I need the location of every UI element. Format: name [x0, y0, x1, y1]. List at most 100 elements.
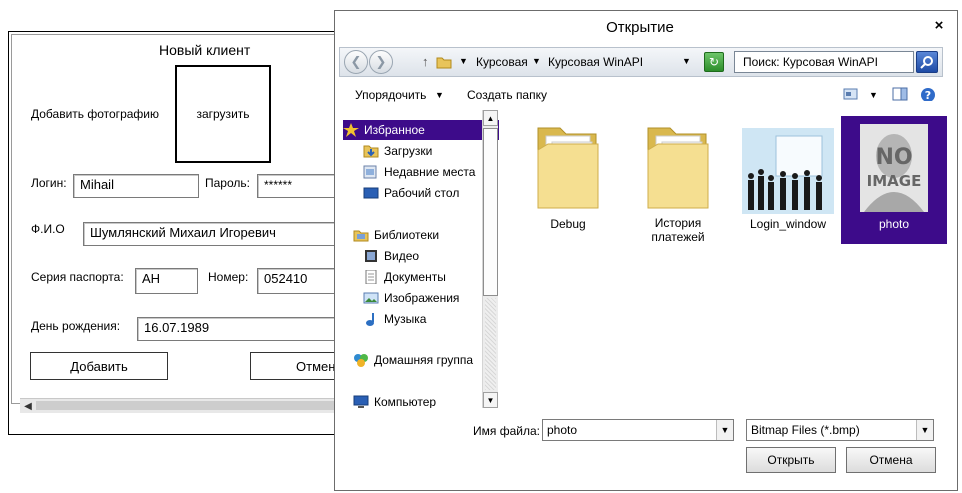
- file-item-photo[interactable]: NO IMAGE photo: [841, 116, 947, 244]
- login-label: Логин:: [31, 176, 67, 190]
- password-input[interactable]: ******: [257, 174, 339, 198]
- scrollbar-thumb[interactable]: [483, 128, 498, 296]
- thumb-text-no: NO: [875, 145, 912, 170]
- file-item-debug[interactable]: Debug: [515, 116, 621, 244]
- search-input[interactable]: Поиск: Курсовая WinAPI: [734, 51, 914, 73]
- form-title: Новый клиент: [159, 42, 251, 58]
- nav-item-label: Недавние места: [384, 165, 476, 179]
- nav-item-favorites[interactable]: Избранное: [343, 120, 499, 140]
- nav-item-label: Библиотеки: [374, 228, 440, 242]
- open-file-dialog: Открытие × ❮ ❯ ↑ ▼ Курсовая ▼ Курсовая W…: [334, 10, 958, 491]
- nav-item-label: Рабочий стол: [384, 186, 460, 200]
- fio-label: Ф.И.О: [31, 222, 65, 236]
- nav-item-label: Загрузки: [384, 144, 433, 158]
- filename-label: Имя файла:: [473, 424, 540, 438]
- preview-pane-icon[interactable]: [892, 87, 908, 101]
- navigation-pane: Избранное Загрузки Недавние места Рабочи…: [343, 110, 499, 408]
- scroll-up-icon[interactable]: ▲: [483, 110, 498, 126]
- nav-item-label: Компьютер: [374, 395, 437, 408]
- password-label: Пароль:: [205, 176, 250, 190]
- passport-series-label: Серия паспорта:: [31, 270, 124, 284]
- file-item-payment-history[interactable]: История платежей: [625, 116, 731, 244]
- file-type-select[interactable]: Bitmap Files (*.bmp) ▼: [746, 419, 934, 441]
- view-icon[interactable]: [843, 87, 859, 101]
- chevron-down-icon[interactable]: ▼: [869, 90, 878, 100]
- nav-item-label: Видео: [384, 249, 420, 263]
- form-horizontal-scrollbar[interactable]: ◀: [20, 398, 338, 413]
- chevron-down-icon[interactable]: ▼: [916, 420, 933, 440]
- file-name: История платежей: [651, 216, 705, 244]
- new-folder-button[interactable]: Создать папку: [467, 88, 547, 102]
- desktop-icon: [363, 187, 379, 199]
- computer-icon: [353, 395, 369, 408]
- scroll-down-icon[interactable]: ▼: [483, 392, 498, 408]
- up-arrow-icon[interactable]: ↑: [422, 54, 429, 69]
- open-button[interactable]: Открыть: [746, 447, 836, 473]
- nav-item-libraries[interactable]: Библиотеки: [353, 225, 499, 245]
- folder-icon: [436, 57, 452, 69]
- nav-item-images[interactable]: Изображения: [363, 288, 499, 308]
- dialog-cancel-button[interactable]: Отмена: [846, 447, 936, 473]
- navigation-scrollbar[interactable]: ▲ ▼: [482, 110, 498, 408]
- nav-item-label: Домашняя группа: [374, 353, 474, 367]
- file-name: Debug: [550, 217, 586, 231]
- help-icon[interactable]: ?: [920, 87, 936, 101]
- video-icon: [365, 250, 377, 262]
- breadcrumb-item[interactable]: Курсовая: [476, 55, 528, 69]
- breadcrumb-item[interactable]: Курсовая WinAPI: [548, 55, 643, 69]
- passport-number-input[interactable]: 052410: [257, 268, 339, 294]
- scrollbar-track[interactable]: [485, 298, 496, 390]
- refresh-icon[interactable]: ↻: [704, 52, 724, 72]
- upload-photo-button[interactable]: загрузить: [175, 65, 271, 163]
- nav-item-label: Изображения: [384, 291, 460, 305]
- organize-menu[interactable]: Упорядочить: [355, 88, 426, 102]
- nav-item-label: Музыка: [384, 312, 427, 326]
- filename-input[interactable]: photo ▼: [542, 419, 734, 441]
- star-icon: [343, 123, 359, 137]
- file-type-value: Bitmap Files (*.bmp): [751, 423, 860, 437]
- nav-item-computer[interactable]: Компьютер: [353, 392, 499, 408]
- chevron-down-icon[interactable]: ▼: [682, 56, 691, 66]
- forward-arrow-icon[interactable]: ❯: [369, 50, 393, 74]
- nav-item-label: Документы: [384, 270, 446, 284]
- nav-item-recent-places[interactable]: Недавние места: [363, 162, 499, 182]
- passport-series-input[interactable]: АН: [135, 268, 198, 294]
- no-image-thumbnail-icon: NO IMAGE: [860, 124, 928, 212]
- folder-icon: [647, 127, 709, 209]
- login-input[interactable]: Mihail: [73, 174, 199, 198]
- fio-input[interactable]: Шумлянский Михаил Игоревич: [83, 222, 339, 246]
- svg-text:?: ?: [925, 89, 931, 101]
- close-icon[interactable]: ×: [929, 15, 949, 35]
- nav-item-desktop[interactable]: Рабочий стол: [363, 183, 499, 203]
- file-item-login-window[interactable]: Login_window: [735, 116, 841, 244]
- thumb-text-image: IMAGE: [867, 172, 922, 190]
- chevron-left-icon[interactable]: ◀: [22, 399, 34, 413]
- scrollbar-track[interactable]: [36, 401, 338, 410]
- downloads-folder-icon: [363, 145, 379, 158]
- folder-icon: [537, 127, 599, 209]
- photo-label: Добавить фотографию: [31, 107, 159, 121]
- music-icon: [366, 313, 374, 326]
- nav-item-video[interactable]: Видео: [363, 246, 499, 266]
- nav-item-label: Избранное: [364, 123, 425, 137]
- homegroup-icon: [354, 354, 368, 367]
- passport-number-label: Номер:: [208, 270, 249, 284]
- recent-places-icon: [363, 165, 377, 179]
- birthday-label: День рождения:: [31, 319, 121, 333]
- dialog-title: Открытие: [606, 19, 674, 36]
- search-icon[interactable]: [916, 51, 938, 73]
- add-button[interactable]: Добавить: [30, 352, 168, 380]
- filename-value: photo: [547, 423, 578, 437]
- nav-item-music[interactable]: Музыка: [363, 309, 499, 329]
- chevron-right-icon[interactable]: ▼: [459, 56, 468, 66]
- images-icon: [363, 292, 379, 304]
- back-arrow-icon[interactable]: ❮: [344, 50, 368, 74]
- chevron-down-icon[interactable]: ▼: [716, 420, 733, 440]
- nav-item-homegroup[interactable]: Домашняя группа: [353, 350, 499, 370]
- chevron-right-icon[interactable]: ▼: [532, 56, 541, 66]
- nav-item-documents[interactable]: Документы: [363, 267, 499, 287]
- chevron-down-icon[interactable]: ▼: [435, 90, 444, 100]
- birthday-input[interactable]: 16.07.1989: [137, 317, 339, 341]
- file-name: photo: [878, 217, 910, 231]
- nav-item-downloads[interactable]: Загрузки: [363, 141, 499, 161]
